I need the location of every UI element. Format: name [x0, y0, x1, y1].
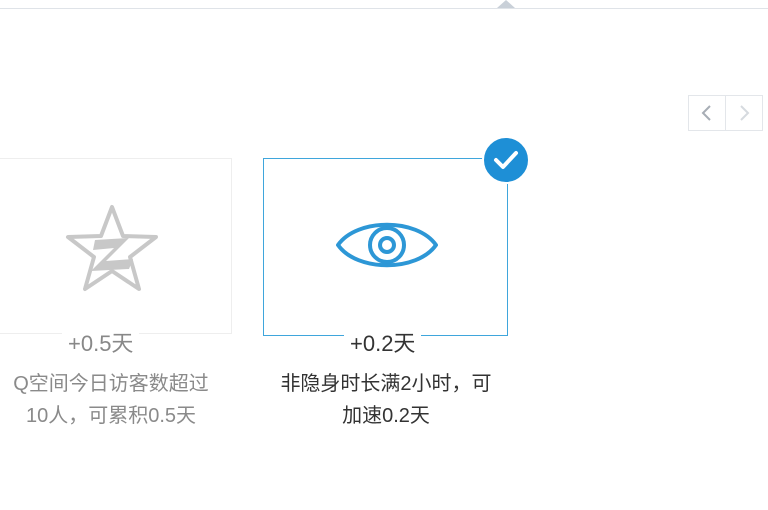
chevron-right-icon — [740, 105, 750, 121]
eye-icon — [336, 222, 438, 268]
selected-check-badge — [482, 136, 530, 184]
qzone-visitors-card[interactable] — [0, 158, 232, 334]
pager-next-button[interactable] — [726, 95, 763, 131]
pager-prev-button[interactable] — [688, 95, 726, 131]
checkmark-icon — [494, 151, 518, 169]
online-description-line-2: 加速0.2天 — [342, 405, 430, 427]
card-pager — [688, 95, 763, 131]
online-description: 非隐身时长满2小时，可 加速0.2天 — [248, 368, 524, 432]
qzone-star-icon — [66, 205, 158, 291]
qzone-bonus-label: +0.5天 — [62, 331, 140, 357]
acceleration-panel: +0.5天 Q空间今日访客数超过 10人，可累积0.5天 +0.2天 非隐身时长… — [0, 0, 768, 510]
qzone-description: Q空间今日访客数超过 10人，可累积0.5天 — [0, 368, 246, 432]
online-bonus-label: +0.2天 — [344, 331, 422, 357]
online-description-line-1: 非隐身时长满2小时，可 — [280, 373, 492, 395]
qzone-description-line-2: 10人，可累积0.5天 — [25, 405, 197, 427]
qzone-description-line-1: Q空间今日访客数超过 — [13, 373, 209, 395]
top-divider — [0, 8, 768, 9]
chevron-left-icon — [701, 105, 711, 121]
online-time-card[interactable] — [263, 158, 508, 336]
caret-up-icon — [497, 0, 515, 8]
